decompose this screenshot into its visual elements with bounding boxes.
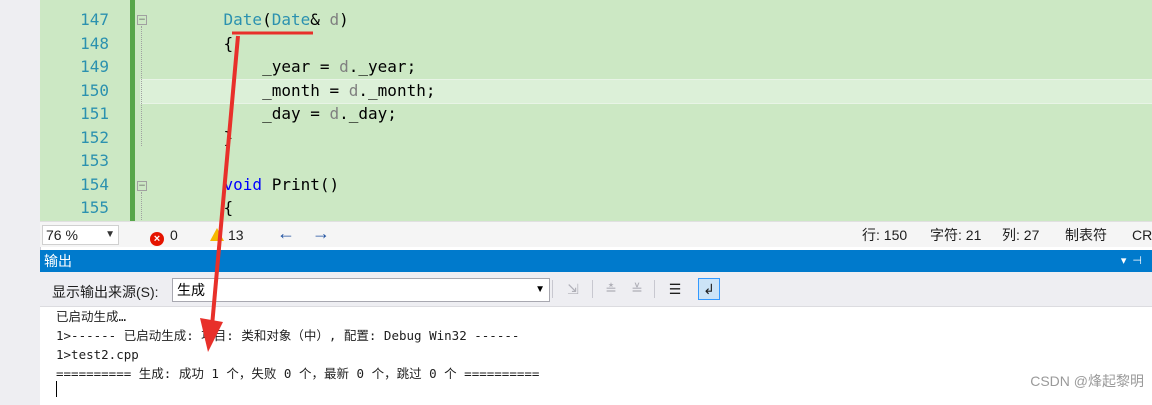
annotation-overlay — [200, 31, 313, 352]
annotation-arrow-head — [200, 318, 223, 352]
annotation-arrow-shaft — [210, 35, 240, 327]
